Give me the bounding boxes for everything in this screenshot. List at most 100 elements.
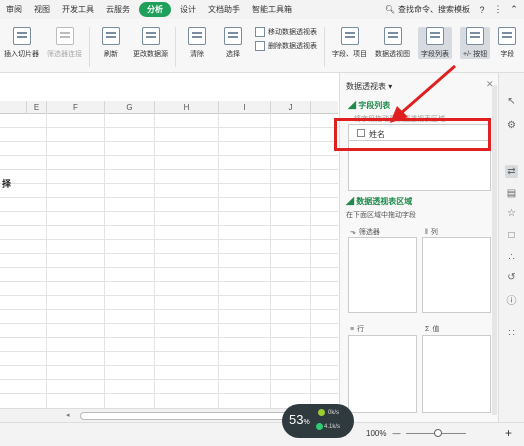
style-icon[interactable]: ▤	[505, 187, 518, 200]
filter-connect-button[interactable]: 筛选器连接	[47, 27, 82, 59]
plus-minus-button[interactable]: +/- 按钮	[460, 27, 491, 59]
search-icon: 🔍︎	[384, 5, 395, 14]
slicer-icon	[12, 27, 31, 45]
move-pivot-icon	[255, 27, 265, 37]
plus-minus-label: +/- 按钮	[463, 51, 488, 58]
worksheet-grid[interactable]: E F G H I J 择	[0, 73, 338, 408]
panel-title[interactable]: 数据透视表 ▾	[346, 81, 392, 92]
scrollbar-thumb[interactable]	[80, 412, 290, 420]
insert-slicer-label: 插入切片器	[4, 51, 39, 58]
insert-slicer-button[interactable]: 插入切片器	[4, 27, 39, 59]
sum-icon: Σ	[425, 325, 430, 333]
refresh-icon	[102, 27, 120, 45]
field-list-label: 字段列表	[421, 51, 449, 58]
field-list-section-header: ◢ 字段列表	[348, 101, 391, 110]
clear-button[interactable]: 清除	[183, 27, 211, 59]
filter-zone-label: ⬎ 筛选器	[350, 227, 380, 237]
highlight-box	[334, 118, 491, 151]
column-header-partial[interactable]	[310, 101, 338, 114]
tab-cloud[interactable]: 云服务	[100, 4, 136, 15]
grid-icon[interactable]: ∷	[505, 327, 518, 340]
star-icon[interactable]: ☆	[505, 207, 518, 220]
select-icon	[224, 27, 242, 45]
data-source-icon	[141, 27, 160, 45]
change-source-label: 更改数据源	[133, 51, 168, 58]
select-label: 选择	[226, 51, 240, 58]
toolbar-divider	[175, 27, 176, 67]
zoom-in-button[interactable]: +	[505, 426, 512, 440]
field-items-label: 字段、项目	[332, 51, 367, 58]
column-header[interactable]: F	[46, 101, 104, 114]
pivot-move-delete-group: 移动数据透视表 删除数据透视表	[255, 27, 317, 51]
tab-smart-toolbox[interactable]: 智能工具箱	[246, 4, 298, 15]
refresh-label: 刷新	[104, 51, 118, 58]
zoom-slider-knob[interactable]	[434, 429, 443, 437]
filter-connect-label: 筛选器连接	[47, 51, 82, 58]
scroll-left-icon[interactable]: ◂	[66, 411, 70, 419]
row-zone-label: ≡ 行	[350, 324, 364, 334]
move-pivot-label: 移动数据透视表	[268, 29, 317, 36]
column-header[interactable]: I	[218, 101, 270, 114]
cell-gridlines	[0, 114, 338, 408]
tab-review[interactable]: 审阅	[0, 4, 28, 15]
panel-title-caret: ▾	[388, 82, 393, 91]
column-header[interactable]: G	[104, 101, 154, 114]
pivot-chart-button[interactable]: 数据透视图	[375, 27, 410, 59]
tab-design[interactable]: 设计	[174, 4, 202, 15]
zoom-level[interactable]: 100%	[366, 429, 386, 438]
menu-bar: 审阅 视图 开发工具 云服务 分析 设计 文档助手 智能工具箱 🔍︎ 查找命令、…	[0, 0, 524, 19]
move-pivot-button[interactable]: 移动数据透视表	[255, 27, 317, 37]
panel-title-text: 数据透视表	[346, 82, 386, 91]
filter-drop-zone[interactable]	[348, 237, 417, 313]
cursor-icon[interactable]: ↖	[505, 95, 518, 108]
row-label: 行	[357, 326, 365, 333]
spreadsheet-window: 审阅 视图 开发工具 云服务 分析 设计 文档助手 智能工具箱 🔍︎ 查找命令、…	[0, 0, 524, 446]
field-list-button[interactable]: 字段列表	[418, 27, 452, 59]
column-header[interactable]: H	[154, 101, 218, 114]
settings-icon[interactable]: ⚙	[505, 119, 518, 132]
ribbon-toolbar: 插入切片器 筛选器连接 刷新 更改数据源 清除 选择 移动数据透视表 删除数据透…	[0, 19, 524, 73]
column-header[interactable]: E	[26, 101, 46, 114]
cpu-percent-value: 53	[289, 412, 304, 427]
help-circle-icon[interactable]: ⓘ	[505, 295, 518, 308]
chevron-up-icon[interactable]: ⌃	[508, 4, 520, 15]
zoom-out-button[interactable]: —	[392, 429, 400, 438]
history-icon[interactable]: ↺	[505, 271, 518, 284]
delete-pivot-button[interactable]: 删除数据透视表	[255, 41, 317, 51]
upload-icon	[318, 409, 325, 416]
row-drop-zone[interactable]	[348, 335, 417, 413]
status-bar: 100% —	[0, 422, 524, 446]
field-headers-button[interactable]: 字段	[498, 27, 517, 59]
change-source-button[interactable]: 更改数据源	[133, 27, 168, 59]
panel-scrollbar[interactable]	[492, 85, 497, 415]
more-icon[interactable]: ⋮	[492, 4, 504, 15]
select-button[interactable]: 选择	[219, 27, 247, 59]
pivot-rail-icon[interactable]: ⇄	[505, 165, 518, 178]
delete-pivot-icon	[255, 41, 265, 51]
clear-label: 清除	[190, 51, 204, 58]
download-icon	[316, 423, 323, 430]
zoom-slider[interactable]	[406, 429, 467, 437]
tab-view[interactable]: 视图	[28, 4, 56, 15]
toolbar-divider	[324, 27, 325, 67]
delete-pivot-label: 删除数据透视表	[268, 43, 317, 50]
download-speed: 4.1k/s	[324, 424, 341, 430]
command-search[interactable]: 🔍︎ 查找命令、搜索模板	[385, 4, 470, 15]
field-items-button[interactable]: 字段、项目	[332, 27, 367, 59]
tab-doc-assistant[interactable]: 文档助手	[202, 4, 246, 15]
tab-analyze[interactable]: 分析	[139, 2, 171, 17]
archive-icon[interactable]: □	[505, 229, 518, 242]
toolbar-divider	[89, 27, 90, 67]
cell-text: 择	[2, 179, 12, 189]
question-icon[interactable]: ?	[476, 5, 488, 15]
refresh-button[interactable]: 刷新	[97, 27, 125, 59]
tab-developer[interactable]: 开发工具	[56, 4, 100, 15]
network-speed-widget[interactable]: 53% 0k/s 4.1k/s	[282, 404, 354, 438]
share-icon[interactable]: ∴	[505, 251, 518, 264]
column-zone-label: ‖ 列	[425, 227, 438, 237]
column-header-row: E F G H I J	[0, 101, 338, 114]
column-drop-zone[interactable]	[422, 237, 491, 313]
areas-hint: 在下面区域中拖动字段	[346, 212, 416, 219]
value-drop-zone[interactable]	[422, 335, 491, 413]
column-header[interactable]: J	[270, 101, 310, 114]
